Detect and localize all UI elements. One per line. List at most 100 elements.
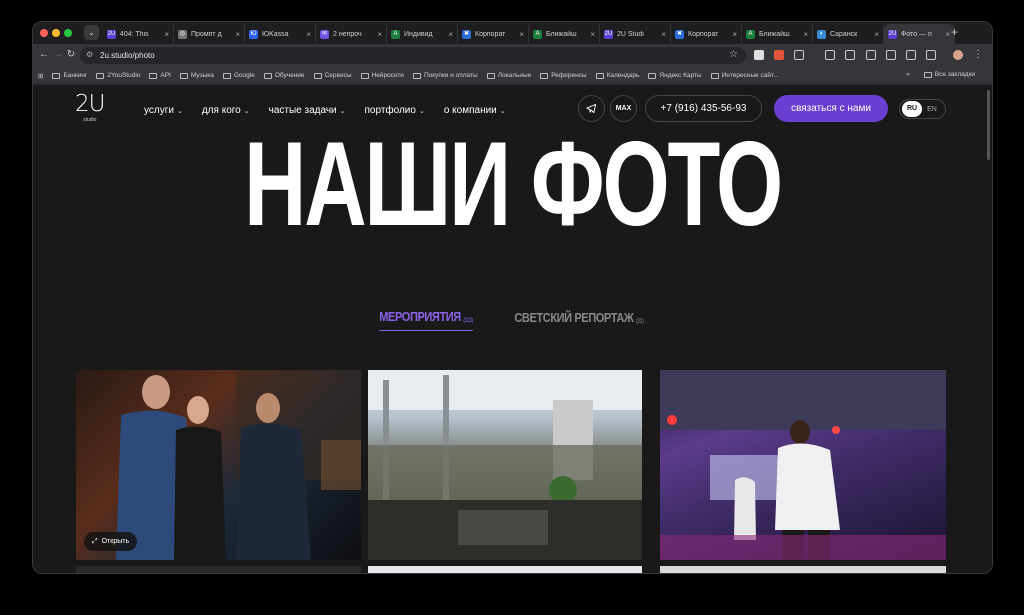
contact-us-button[interactable]: связаться с нами bbox=[774, 95, 888, 122]
browser-tab[interactable]: A Ближайш × bbox=[529, 24, 600, 44]
browser-tab[interactable]: 2U Фото — п × bbox=[884, 24, 955, 44]
bookmark-label: Интересные сайт... bbox=[721, 72, 779, 79]
menu-item[interactable]: для кого ⌄ bbox=[202, 105, 250, 116]
browser-tab[interactable]: ◎ Промпт д × bbox=[174, 24, 245, 44]
apps-grid-icon[interactable]: ⊞ bbox=[38, 72, 43, 80]
extension-icon[interactable] bbox=[774, 50, 784, 60]
bookmark-item[interactable]: Банкинг bbox=[52, 72, 87, 79]
close-tab-icon[interactable]: × bbox=[945, 30, 950, 39]
browser-tab[interactable]: ◐ Саранск × bbox=[813, 24, 884, 44]
close-tab-icon[interactable]: × bbox=[732, 30, 737, 39]
back-icon[interactable]: ← bbox=[37, 48, 51, 62]
extension-icon[interactable] bbox=[866, 50, 876, 60]
gallery-photo[interactable] bbox=[368, 370, 642, 560]
bookmark-item[interactable]: Обучение bbox=[263, 72, 305, 79]
filter-tab[interactable]: МЕРОПРИЯТИЯ (113) bbox=[378, 309, 473, 331]
extension-icon[interactable] bbox=[754, 50, 764, 60]
extension-icon[interactable] bbox=[926, 50, 936, 60]
gallery-photo[interactable] bbox=[76, 566, 361, 573]
open-photo-button[interactable]: ⤢ Открыть bbox=[84, 532, 138, 551]
menu-item[interactable]: частые задачи ⌄ bbox=[269, 105, 346, 116]
gallery-photo[interactable] bbox=[368, 566, 642, 573]
bookmark-item[interactable]: Референсы bbox=[540, 72, 587, 79]
extension-icon[interactable] bbox=[906, 50, 916, 60]
gallery-photo[interactable]: ⤢ Открыть bbox=[76, 370, 361, 560]
browser-tab[interactable]: Ю ЮKassa × bbox=[245, 24, 316, 44]
filter-tab[interactable]: СВЕТСКИЙ РЕПОРТАЖ (22) bbox=[514, 309, 643, 331]
bookmark-item[interactable]: Яндекс Карты bbox=[648, 72, 702, 79]
extensions-puzzle-icon[interactable] bbox=[794, 50, 804, 60]
browser-tab[interactable]: ✖ Корпорат × bbox=[458, 24, 529, 44]
folder-icon bbox=[923, 71, 932, 78]
bookmark-item[interactable]: Локальные bbox=[486, 72, 531, 79]
site-info-icon[interactable]: ⚙ bbox=[86, 50, 93, 59]
bookmark-item[interactable]: Покупки и оплаты bbox=[412, 72, 478, 79]
menu-item[interactable]: портфолио ⌄ bbox=[365, 105, 425, 116]
bookmark-label: Музыка bbox=[190, 72, 214, 79]
profile-avatar[interactable] bbox=[953, 50, 963, 60]
browser-tab[interactable]: A Ближайш × bbox=[742, 24, 813, 44]
browser-tab[interactable]: 2U 2U Studi × bbox=[600, 24, 671, 44]
address-bar[interactable]: ⚙ 2u.studio/photo ☆ bbox=[80, 47, 746, 64]
close-tab-icon[interactable]: × bbox=[235, 30, 240, 39]
tab-favicon: 2U bbox=[604, 29, 613, 39]
close-tab-icon[interactable]: × bbox=[803, 30, 808, 39]
bookmark-item[interactable]: Google bbox=[222, 72, 255, 79]
close-tab-icon[interactable]: × bbox=[448, 30, 453, 39]
folder-icon bbox=[222, 72, 231, 79]
browser-tab[interactable]: ✖ Корпорат × bbox=[671, 24, 742, 44]
gallery-photo[interactable] bbox=[660, 370, 946, 560]
menu-item[interactable]: о компании ⌄ bbox=[444, 105, 506, 116]
close-tab-icon[interactable]: × bbox=[377, 30, 382, 39]
close-tab-icon[interactable]: × bbox=[306, 30, 311, 39]
close-tab-icon[interactable]: × bbox=[519, 30, 524, 39]
download-icon[interactable] bbox=[825, 50, 835, 60]
browser-tab[interactable]: 2U 404: This × bbox=[103, 24, 174, 44]
new-tab-icon[interactable]: + bbox=[951, 25, 958, 39]
close-tab-icon[interactable]: × bbox=[661, 30, 666, 39]
bookmark-item[interactable]: Нейросети bbox=[360, 72, 404, 79]
bookmark-item[interactable]: 2YouStudio bbox=[96, 72, 140, 79]
bookmark-label: Покупки и оплаты bbox=[423, 72, 478, 79]
close-window-button[interactable] bbox=[40, 29, 48, 37]
close-tab-icon[interactable]: × bbox=[874, 30, 879, 39]
bookmark-item[interactable]: Интересные сайт... bbox=[710, 72, 779, 79]
maximize-window-button[interactable] bbox=[64, 29, 72, 37]
folder-icon bbox=[360, 72, 369, 79]
lang-ru-button[interactable]: RU bbox=[902, 101, 922, 117]
folder-icon bbox=[486, 72, 495, 79]
extension-icon[interactable] bbox=[845, 50, 855, 60]
bookmark-item[interactable]: Музыка bbox=[179, 72, 214, 79]
site-logo[interactable]: 2U studio bbox=[75, 93, 105, 124]
menu-item-label: услуги bbox=[144, 105, 174, 116]
bookmark-label: 2YouStudio bbox=[107, 72, 141, 79]
menu-item[interactable]: услуги ⌄ bbox=[144, 105, 183, 116]
close-tab-icon[interactable]: × bbox=[590, 30, 595, 39]
url-text: 2u.studio/photo bbox=[100, 51, 155, 60]
bookmark-item[interactable]: API bbox=[149, 72, 171, 79]
language-switcher[interactable]: RU EN bbox=[899, 99, 946, 119]
browser-tab[interactable]: ✉ 2 непроч × bbox=[316, 24, 387, 44]
bookmark-item[interactable]: Календарь bbox=[595, 72, 639, 79]
kebab-menu-icon[interactable]: ⋮ bbox=[971, 48, 985, 62]
forward-icon[interactable]: → bbox=[51, 48, 65, 62]
lang-en-button[interactable]: EN bbox=[922, 106, 942, 113]
tab-title: Фото — п bbox=[901, 30, 932, 38]
chevron-down-icon: ⌄ bbox=[176, 107, 183, 115]
bookmark-item[interactable]: Сервисы bbox=[313, 72, 352, 79]
bookmark-star-icon[interactable]: ☆ bbox=[729, 49, 738, 60]
gallery-photo[interactable] bbox=[660, 566, 946, 573]
folder-icon bbox=[648, 72, 657, 79]
bookmark-label: Сервисы bbox=[324, 72, 352, 79]
tab-title: 2U Studi bbox=[617, 30, 644, 38]
folder-icon bbox=[595, 72, 604, 79]
tab-search-icon[interactable]: ⌄ bbox=[84, 25, 99, 40]
browser-tab[interactable]: A Индивид × bbox=[387, 24, 458, 44]
link-icon[interactable] bbox=[886, 50, 896, 60]
all-bookmarks-link[interactable]: Все закладки bbox=[923, 71, 975, 78]
reload-icon[interactable]: ↻ bbox=[64, 48, 78, 62]
minimize-window-button[interactable] bbox=[52, 29, 60, 37]
scrollbar[interactable] bbox=[987, 90, 990, 160]
bookmarks-overflow-icon[interactable]: » bbox=[906, 71, 910, 78]
close-tab-icon[interactable]: × bbox=[164, 30, 169, 39]
